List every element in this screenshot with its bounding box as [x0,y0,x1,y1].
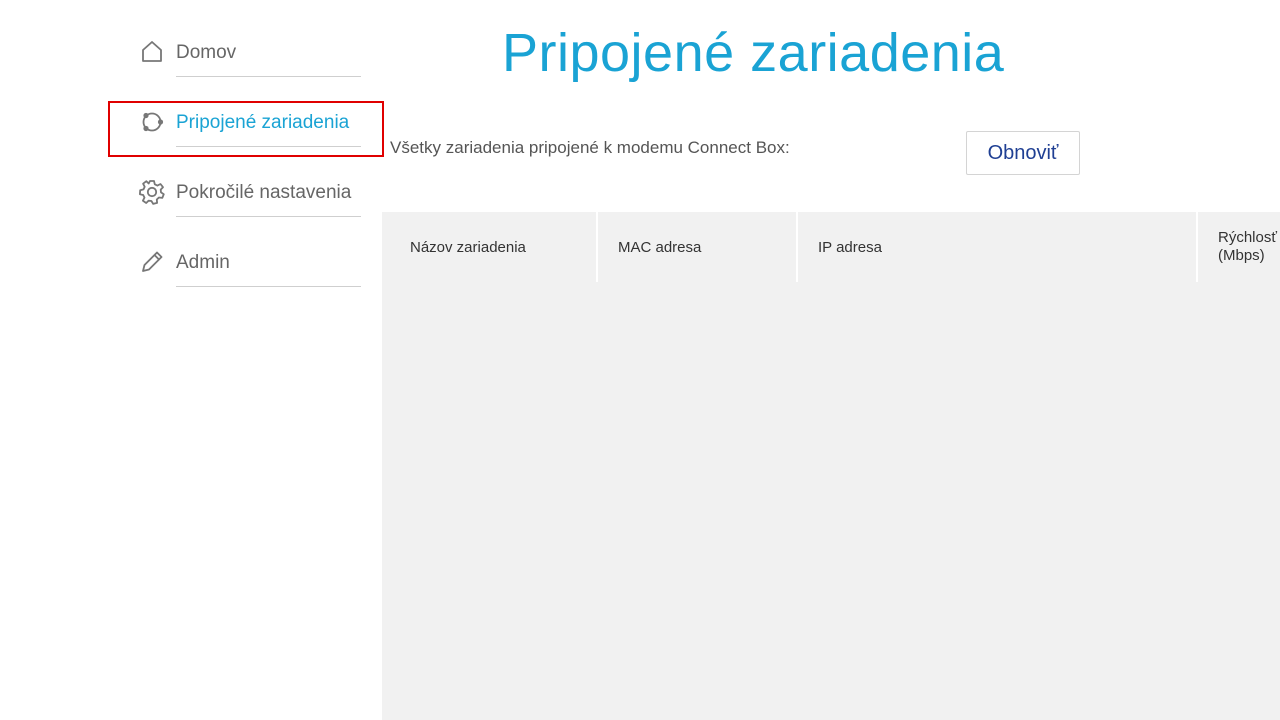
divider [176,146,361,147]
sidebar-item-home[interactable]: Domov [108,18,384,88]
sidebar-item-advanced-settings[interactable]: Pokročilé nastavenia [108,158,384,228]
page-title: Pripojené zariadenia [502,23,1005,83]
sidebar-item-connected-devices[interactable]: Pripojené zariadenia [108,88,384,158]
devices-table-body [382,212,1280,720]
connected-devices-icon [138,108,166,136]
gear-icon [138,178,166,206]
sidebar-item-label: Domov [176,42,237,63]
sidebar: Domov Pripojené zariadenia Pokročilé nas… [108,18,384,298]
column-header-speed[interactable]: Rýchlosť (Mbps) [1198,212,1280,282]
sidebar-item-label: Admin [176,252,230,273]
column-header-ip-address[interactable]: IP adresa [798,212,1198,282]
column-header-device-name[interactable]: Názov zariadenia [390,212,598,282]
divider [176,216,361,217]
home-icon [138,38,166,66]
devices-table-header: Názov zariadenia MAC adresa IP adresa Rý… [390,212,1280,282]
connected-devices-description: Všetky zariadenia pripojené k modemu Con… [390,138,790,157]
refresh-button[interactable]: Obnoviť [966,131,1080,175]
divider [176,286,361,287]
column-header-mac-address[interactable]: MAC adresa [598,212,798,282]
sidebar-item-admin[interactable]: Admin [108,228,384,298]
sidebar-item-label: Pripojené zariadenia [176,112,350,133]
sidebar-item-label: Pokročilé nastavenia [176,182,352,203]
pencil-icon [138,248,166,276]
divider [176,76,361,77]
